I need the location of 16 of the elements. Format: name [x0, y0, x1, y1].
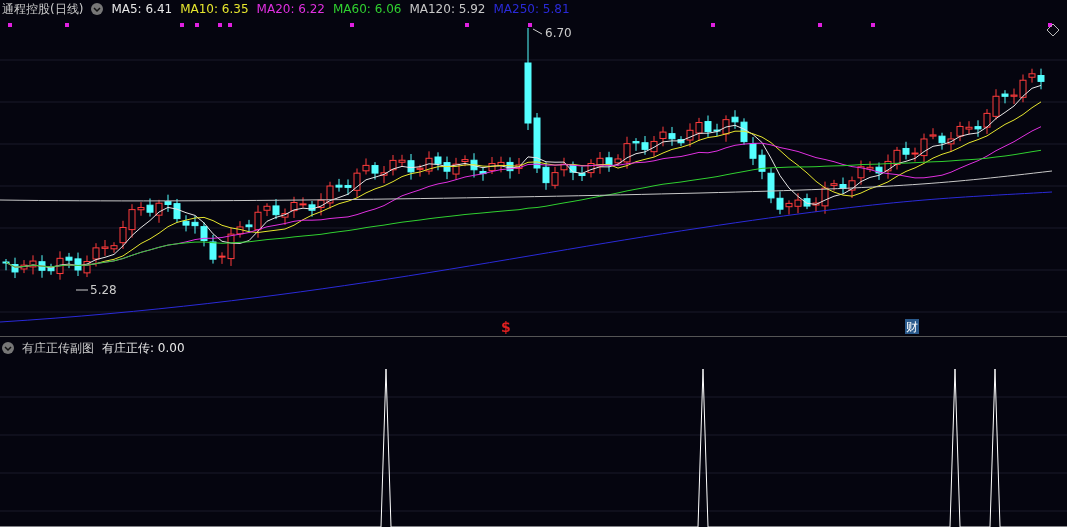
collapse-icon[interactable]: [91, 3, 104, 15]
ma-value: MA5: 6.41: [111, 2, 173, 16]
ma-value: MA10: 6.35: [180, 2, 249, 16]
event-marker[interactable]: $: [501, 319, 511, 335]
ma-value: MA250: 5.81: [493, 2, 570, 16]
ma-value: MA20: 6.22: [256, 2, 325, 16]
options-icon[interactable]: [1046, 23, 1060, 37]
event-marker[interactable]: 财: [905, 319, 919, 334]
high-price-label: 6.70: [532, 26, 572, 40]
ma-value: MA120: 5.92: [409, 2, 486, 16]
indicator-reading: 有庄正传: 0.00: [102, 339, 185, 357]
collapse-icon[interactable]: [2, 342, 14, 354]
low-price-label: 5.28: [75, 283, 117, 297]
stock-title: 通程控股(日线): [2, 0, 84, 18]
indicator-title: 有庄正传副图: [22, 339, 94, 357]
ma-value: MA60: 6.06: [333, 2, 402, 16]
